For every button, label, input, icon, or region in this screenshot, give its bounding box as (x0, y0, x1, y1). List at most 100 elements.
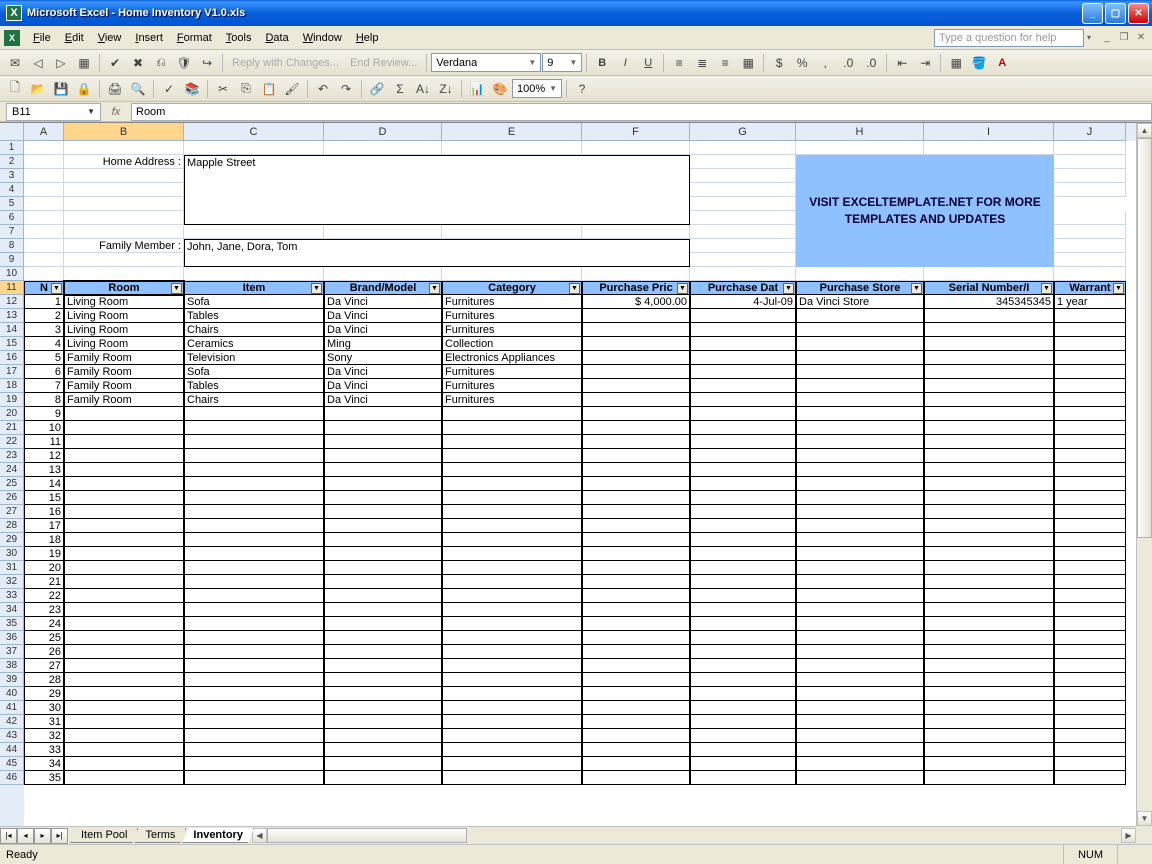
spelling-button[interactable]: ✓ (158, 78, 180, 100)
cell[interactable] (442, 533, 582, 547)
cell[interactable] (442, 267, 582, 281)
cell[interactable] (324, 757, 442, 771)
cell[interactable] (924, 715, 1054, 729)
cell[interactable] (690, 729, 796, 743)
cell[interactable] (690, 351, 796, 365)
cell[interactable] (796, 561, 924, 575)
cell[interactable] (690, 505, 796, 519)
cell[interactable] (796, 589, 924, 603)
row-header-38[interactable]: 38 (0, 659, 24, 673)
cell[interactable] (184, 211, 324, 225)
cell[interactable] (24, 197, 64, 211)
cell[interactable] (924, 477, 1054, 491)
table-header-purchase-pric[interactable]: Purchase Pric▼ (582, 281, 690, 295)
cell[interactable]: Ming (324, 337, 442, 351)
menu-help[interactable]: Help (349, 30, 386, 46)
cell[interactable] (184, 435, 324, 449)
cell[interactable] (324, 729, 442, 743)
cell[interactable] (324, 435, 442, 449)
cell[interactable] (582, 617, 690, 631)
row-header-20[interactable]: 20 (0, 407, 24, 421)
cell[interactable] (690, 771, 796, 785)
row-header-39[interactable]: 39 (0, 673, 24, 687)
cell[interactable] (324, 505, 442, 519)
scroll-down-icon[interactable]: ▼ (1137, 811, 1152, 826)
share-icon[interactable]: ↪ (196, 52, 218, 74)
promo-banner[interactable]: VISIT EXCELTEMPLATE.NET FOR MORE TEMPLAT… (796, 155, 1054, 267)
cell[interactable] (184, 701, 324, 715)
cell[interactable] (64, 267, 184, 281)
cell[interactable] (64, 169, 184, 183)
row-header-15[interactable]: 15 (0, 337, 24, 351)
cell[interactable] (442, 771, 582, 785)
cell[interactable] (582, 547, 690, 561)
cell[interactable] (324, 589, 442, 603)
cell[interactable] (442, 561, 582, 575)
formula-input[interactable]: Room (131, 103, 1152, 121)
cell[interactable] (442, 253, 582, 267)
cell[interactable]: 10 (24, 421, 64, 435)
excel-doc-icon[interactable]: X (4, 30, 20, 46)
row-header-11[interactable]: 11 (0, 281, 24, 295)
cell[interactable] (24, 169, 64, 183)
filter-dropdown-icon[interactable]: ▼ (911, 283, 922, 294)
autosum-button[interactable]: Σ (389, 78, 411, 100)
filter-dropdown-icon[interactable]: ▼ (171, 283, 182, 294)
table-header-n[interactable]: N▼ (24, 281, 64, 295)
row-header-2[interactable]: 2 (0, 155, 24, 169)
sheet-tab-inventory[interactable]: Inventory (182, 828, 254, 843)
cell[interactable] (184, 673, 324, 687)
row-header-36[interactable]: 36 (0, 631, 24, 645)
cell[interactable]: Da Vinci (324, 365, 442, 379)
cell[interactable] (1054, 729, 1126, 743)
cell[interactable] (324, 169, 442, 183)
cell[interactable]: $ 4,000.00 (582, 295, 690, 309)
horizontal-scrollbar[interactable]: ◀ ▶ (252, 828, 1136, 843)
cell[interactable] (24, 183, 64, 197)
cell[interactable] (582, 309, 690, 323)
cell[interactable] (796, 365, 924, 379)
cell[interactable] (64, 603, 184, 617)
merge-button[interactable]: ▦ (737, 52, 759, 74)
menu-data[interactable]: Data (258, 30, 295, 46)
filter-dropdown-icon[interactable]: ▼ (51, 283, 62, 294)
cell[interactable] (924, 449, 1054, 463)
cell[interactable] (582, 407, 690, 421)
cell[interactable] (64, 687, 184, 701)
reject-icon[interactable]: ✖ (127, 52, 149, 74)
cell[interactable]: 3 (24, 323, 64, 337)
cell[interactable] (64, 491, 184, 505)
cell[interactable] (690, 743, 796, 757)
cell[interactable] (924, 267, 1054, 281)
cell[interactable] (924, 463, 1054, 477)
cell[interactable] (1054, 449, 1126, 463)
cell[interactable] (64, 701, 184, 715)
table-header-purchase-dat[interactable]: Purchase Dat▼ (690, 281, 796, 295)
col-header-A[interactable]: A (24, 123, 64, 141)
cell[interactable] (1054, 547, 1126, 561)
cell[interactable] (64, 715, 184, 729)
hyperlink-button[interactable]: 🔗 (366, 78, 388, 100)
menu-view[interactable]: View (91, 30, 129, 46)
row-header-4[interactable]: 4 (0, 183, 24, 197)
cell[interactable] (924, 673, 1054, 687)
menu-file[interactable]: File (26, 30, 58, 46)
cell[interactable] (184, 477, 324, 491)
percent-button[interactable]: % (791, 52, 813, 74)
sort-asc-button[interactable]: A↓ (412, 78, 434, 100)
cell[interactable] (324, 239, 442, 253)
doc-close-button[interactable]: ✕ (1134, 31, 1148, 45)
row-header-8[interactable]: 8 (0, 239, 24, 253)
font-select[interactable]: Verdana▼ (431, 53, 541, 72)
cell[interactable]: Electronics Appliances (442, 351, 582, 365)
cell[interactable] (184, 631, 324, 645)
cell[interactable] (442, 211, 582, 225)
doc-minimize-button[interactable]: _ (1100, 31, 1114, 45)
col-header-F[interactable]: F (582, 123, 690, 141)
row-header-23[interactable]: 23 (0, 449, 24, 463)
cell[interactable] (324, 659, 442, 673)
menu-window[interactable]: Window (296, 30, 349, 46)
cell[interactable] (924, 589, 1054, 603)
menu-tools[interactable]: Tools (219, 30, 259, 46)
row-header-14[interactable]: 14 (0, 323, 24, 337)
